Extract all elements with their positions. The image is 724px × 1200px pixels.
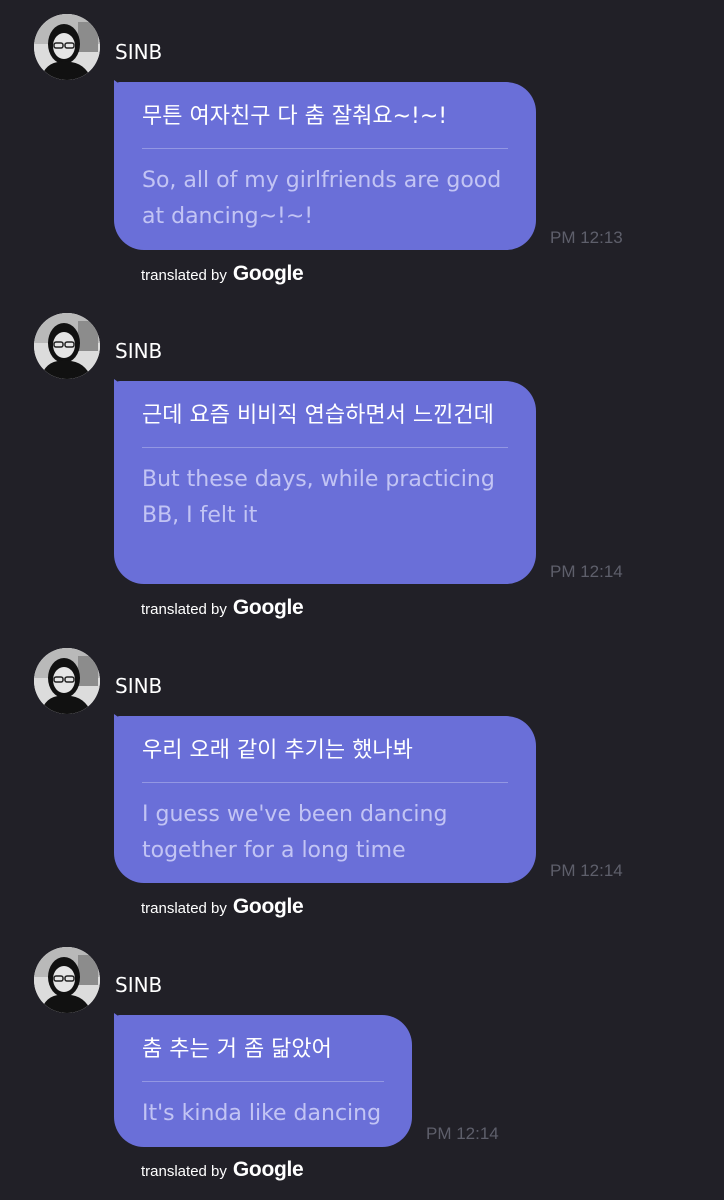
sender-name: SINB: [115, 973, 163, 997]
timestamp: PM 12:14: [550, 562, 623, 581]
sender-name: SINB: [115, 339, 163, 363]
original-text: 춤 추는 거 좀 닮았어: [142, 1037, 332, 1062]
profile-photo-icon: [34, 648, 100, 714]
avatar[interactable]: [34, 14, 100, 80]
timestamp: PM 12:13: [550, 228, 623, 247]
timestamp: PM 12:14: [550, 861, 623, 880]
message-bubble[interactable]: 근데 요즘 비비직 연습하면서 느낀건데 But these days, whi…: [114, 381, 536, 584]
translated-text: It's kinda like dancing: [142, 1101, 382, 1126]
translated-text: But these days, while practicing BB, I f…: [142, 467, 495, 528]
sender-name: SINB: [115, 40, 163, 64]
avatar[interactable]: [34, 648, 100, 714]
translated-by-google: translated by Google: [141, 596, 304, 620]
divider: [142, 782, 508, 783]
original-text: 우리 오래 같이 추기는 했나봐: [142, 738, 413, 763]
divider: [142, 1081, 384, 1082]
sender-name: SINB: [115, 674, 163, 698]
original-text: 무튼 여자친구 다 춤 잘춰요~!~!: [142, 104, 448, 129]
profile-photo-icon: [34, 313, 100, 379]
translated-by-google: translated by Google: [141, 262, 304, 286]
profile-photo-icon: [34, 14, 100, 80]
divider: [142, 447, 508, 448]
original-text: 근데 요즘 비비직 연습하면서 느낀건데: [142, 403, 494, 428]
translated-by-google: translated by Google: [141, 1158, 304, 1182]
avatar[interactable]: [34, 313, 100, 379]
google-logo: Google: [232, 1158, 304, 1181]
translated-by-label: translated by: [141, 1163, 227, 1180]
profile-photo-icon: [34, 947, 100, 1013]
google-logo: Google: [232, 895, 304, 918]
translated-by-label: translated by: [141, 900, 227, 917]
message-bubble[interactable]: 무튼 여자친구 다 춤 잘춰요~!~! So, all of my girlfr…: [114, 82, 536, 250]
message-bubble[interactable]: 춤 추는 거 좀 닮았어 It's kinda like dancing: [114, 1015, 412, 1147]
translated-by-label: translated by: [141, 267, 227, 284]
translated-text: I guess we've been dancing together for …: [142, 802, 448, 863]
message-bubble[interactable]: 우리 오래 같이 추기는 했나봐 I guess we've been danc…: [114, 716, 536, 883]
avatar[interactable]: [34, 947, 100, 1013]
translated-by-label: translated by: [141, 601, 227, 618]
translated-by-google: translated by Google: [141, 895, 304, 919]
timestamp: PM 12:14: [426, 1124, 499, 1143]
google-logo: Google: [232, 596, 304, 619]
google-logo: Google: [232, 262, 304, 285]
divider: [142, 148, 508, 149]
translated-text: So, all of my girlfriends are good at da…: [142, 168, 502, 229]
